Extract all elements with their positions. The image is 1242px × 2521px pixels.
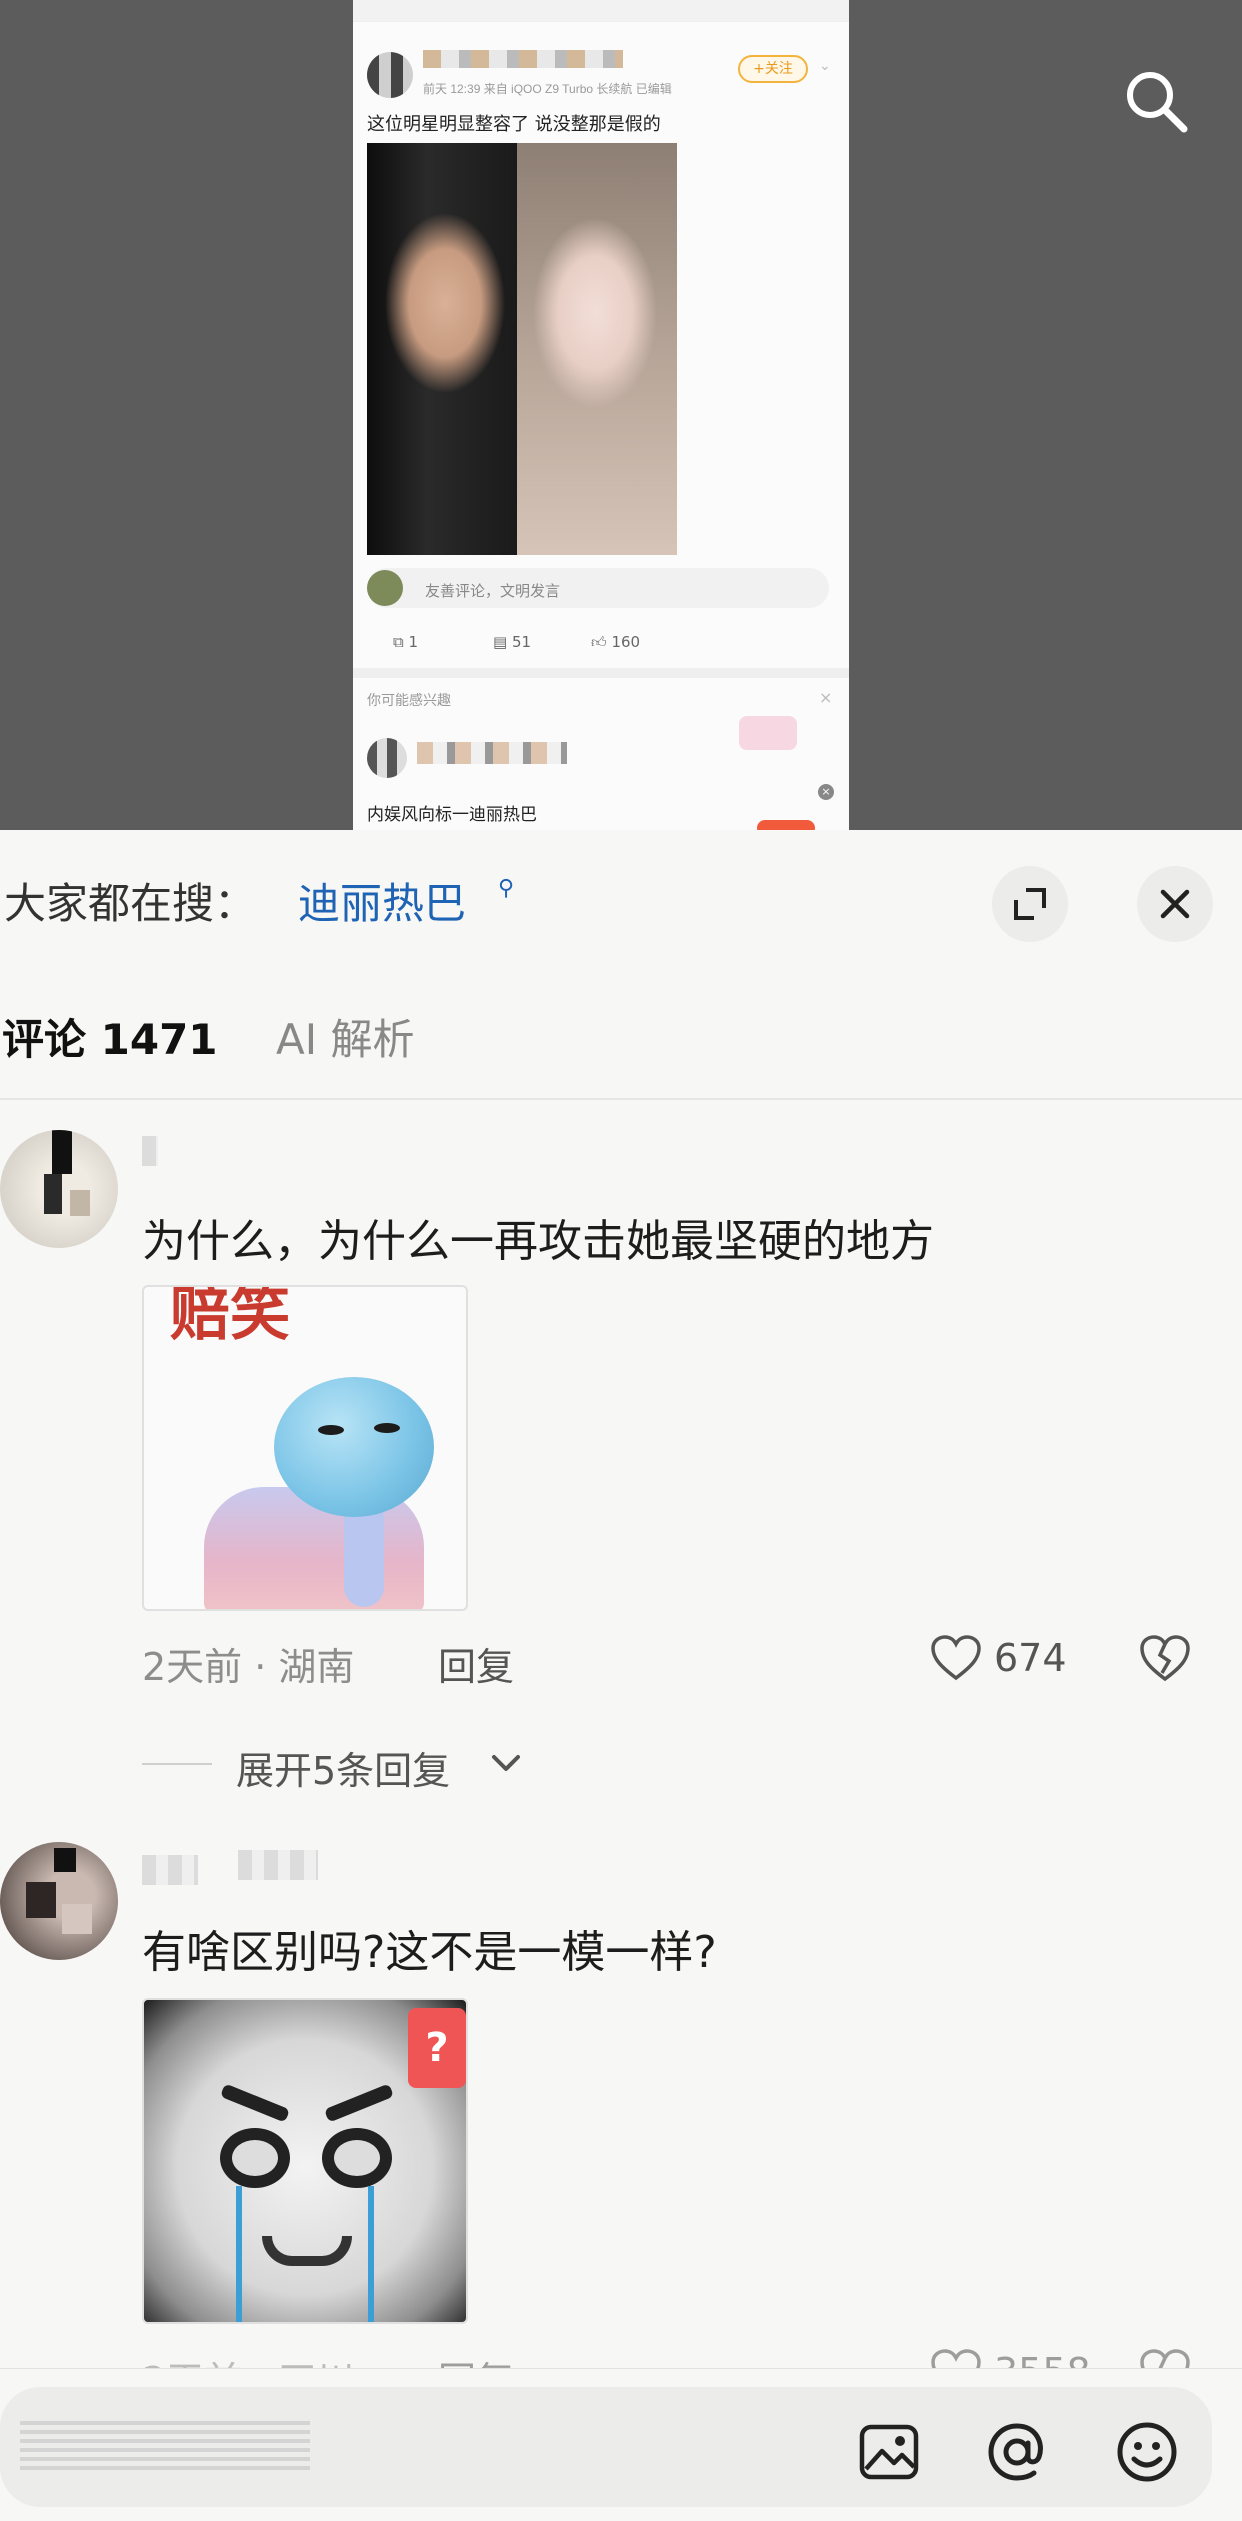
embedded-recommend-thumb <box>739 716 797 750</box>
sticker-caption: 赔笑 <box>170 1285 290 1349</box>
expand-replies-button[interactable]: 展开5条回复 <box>236 1740 450 1795</box>
sticker-mouth <box>262 2236 352 2266</box>
small-search-icon: ⚲ <box>498 876 515 901</box>
embedded-recommend-name-redacted <box>417 742 567 764</box>
like-count: 674 <box>994 1636 1067 1680</box>
broken-heart-icon[interactable] <box>1138 1633 1192 1683</box>
embedded-divider <box>353 668 849 678</box>
close-icon: × <box>819 688 833 707</box>
avatar-pixel <box>62 1904 92 1934</box>
expand-button[interactable] <box>992 866 1068 942</box>
embedded-recommend-text: 内娱风向标一迪丽热巴 <box>367 805 537 825</box>
image-icon[interactable] <box>856 2419 922 2485</box>
comment-sticker-image[interactable]: 赔笑 <box>142 1285 468 1611</box>
tab-divider <box>0 1098 1242 1100</box>
comment-icon: ▤ <box>493 633 508 651</box>
sticker-eye <box>322 2128 392 2188</box>
hot-search-label: 大家都在搜： <box>4 879 257 928</box>
comment-input[interactable] <box>20 2421 310 2471</box>
video-preview-area[interactable]: 前天 12:39 来自 iQOO Z9 Turbo 长续航 已编辑 +关注 ⌄ … <box>0 0 1242 830</box>
avatar-pixel <box>54 1848 76 1872</box>
hot-search-term-link[interactable]: 迪丽热巴 <box>298 870 466 931</box>
expand-icon <box>1014 888 1046 920</box>
sticker-question-badge: ? <box>408 2008 466 2088</box>
photo-right-half <box>517 143 677 555</box>
sticker-brow <box>323 2083 395 2123</box>
avatar-pixel <box>44 1174 62 1214</box>
embedded-post-meta: 前天 12:39 来自 iQOO Z9 Turbo 长续航 已编辑 <box>423 82 672 96</box>
comment-text: 为什么，为什么一再攻击她最坚硬的地方 <box>142 1216 934 1267</box>
embedded-like-wrap: 👍︎ 160 <box>591 633 640 652</box>
chevron-down-icon: ⌄ <box>819 58 831 74</box>
username-redacted <box>142 1136 158 1166</box>
close-icon <box>1160 889 1190 919</box>
reply-button[interactable]: 回复 <box>438 1636 514 1691</box>
avatar[interactable] <box>0 1130 118 1248</box>
sticker-eye <box>374 1423 400 1433</box>
embedded-recommend-button <box>757 820 815 830</box>
emoji-icon[interactable] <box>1114 2419 1180 2485</box>
embedded-comment-count: 51 <box>511 633 532 651</box>
username-redacted <box>238 1850 318 1880</box>
avatar-pixel <box>26 1882 56 1918</box>
comment-sticker-image[interactable]: ? <box>142 1998 468 2324</box>
comment-text: 有啥区别吗?这不是一模一样? <box>142 1927 717 1978</box>
search-icon[interactable] <box>1120 65 1192 137</box>
embedded-post-text: 这位明星明显整容了 说没整那是假的 <box>367 114 661 135</box>
avatar-pixel <box>70 1190 90 1216</box>
expand-divider-line <box>142 1763 212 1765</box>
sticker-tear <box>236 2186 242 2322</box>
embedded-comparison-photo <box>367 143 677 555</box>
embedded-like-count: 160 <box>611 633 641 651</box>
embedded-comment-count-wrap: ▤ 51 <box>493 633 531 651</box>
avatar-pixel <box>52 1130 72 1174</box>
username-redacted <box>142 1855 198 1885</box>
embedded-repost: ⧉ 1 <box>393 633 418 651</box>
close-icon: × <box>818 784 834 800</box>
embedded-comment-avatar <box>367 570 403 606</box>
embedded-post-screenshot: 前天 12:39 来自 iQOO Z9 Turbo 长续航 已编辑 +关注 ⌄ … <box>353 0 849 830</box>
embedded-recommend-avatar <box>367 738 407 778</box>
comment-time-location: 2天前 · 湖南 <box>142 1645 355 1689</box>
tab-comments[interactable]: 评论 1471 <box>2 1006 218 1067</box>
at-icon[interactable] <box>984 2419 1050 2485</box>
embedded-username-redacted <box>423 50 623 68</box>
chevron-down-icon[interactable] <box>488 1748 524 1778</box>
tab-ai-analysis[interactable]: AI 解析 <box>276 1006 414 1067</box>
sticker-brow <box>219 2083 291 2123</box>
embedded-repost-count: 1 <box>408 633 419 651</box>
sticker-figure-head <box>274 1377 434 1517</box>
comment-sheet: 大家都在搜： 迪丽热巴 ⚲ 评论 1471 AI 解析 为什么，为什么一再攻击她… <box>0 830 1242 2521</box>
sticker-tear <box>368 2186 374 2322</box>
sticker-eye <box>220 2128 290 2188</box>
thumb-up-icon: 👍︎ <box>591 633 607 651</box>
close-button[interactable] <box>1137 866 1213 942</box>
embedded-follow-button: +关注 <box>738 55 808 83</box>
embedded-avatar <box>367 52 413 98</box>
repost-icon: ⧉ <box>393 633 404 651</box>
avatar[interactable] <box>0 1842 118 1960</box>
sticker-eye <box>318 1425 344 1435</box>
heart-icon[interactable] <box>930 1634 982 1682</box>
embedded-comment-placeholder: 友善评论，文明发言 <box>425 582 561 600</box>
comment-input-bar <box>0 2368 1242 2521</box>
embedded-recommend-title: 你可能感兴趣 <box>367 693 451 709</box>
embedded-top-strip <box>353 0 849 22</box>
photo-left-half <box>367 143 517 555</box>
